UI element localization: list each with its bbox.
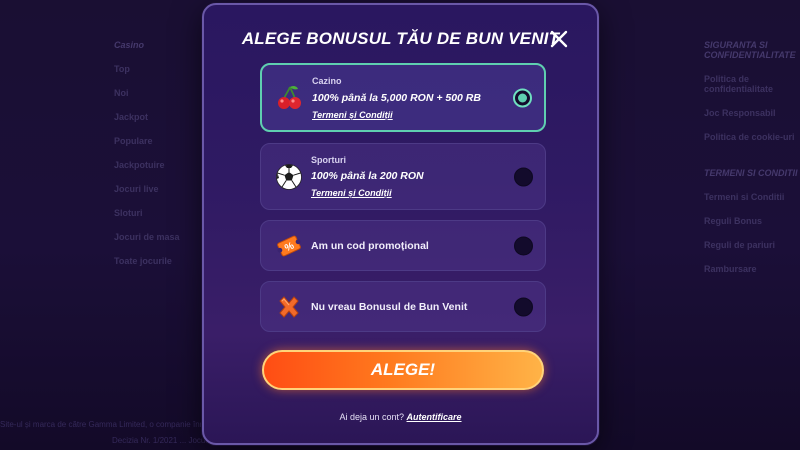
login-prompt-text: Ai deja un cont?: [339, 412, 404, 422]
option-label: Cazino: [312, 76, 342, 86]
welcome-bonus-modal: ALEGE BONUSUL TĂU DE BUN VENIT Cazino 10…: [202, 3, 599, 445]
option-text: Nu vreau Bonusul de Bun Venit: [311, 300, 468, 313]
close-button[interactable]: [549, 29, 569, 49]
footer-link: Politica de cookie-uri: [704, 132, 795, 142]
footer-link: Jackpot: [114, 112, 149, 122]
close-icon: [550, 30, 568, 48]
radio-selected[interactable]: [513, 88, 532, 107]
footer-link: Populare: [114, 136, 153, 146]
modal-title: ALEGE BONUSUL TĂU DE BUN VENIT: [241, 29, 560, 48]
radio-unselected[interactable]: [514, 236, 533, 255]
bonus-option-sports[interactable]: Sporturi 100% până la 200 RON Termeni și…: [260, 143, 546, 210]
footer-link: Politica de confidentialitate: [704, 74, 774, 94]
option-offer: 100% până la 200 RON: [311, 170, 424, 182]
radio-unselected[interactable]: [514, 297, 533, 316]
footer-link: Joc Responsabil: [704, 108, 776, 118]
footer-link: Toate jocurile: [114, 256, 172, 266]
radio-unselected[interactable]: [514, 167, 533, 186]
footer-link: Sloturi: [114, 208, 143, 218]
bonus-option-no-bonus[interactable]: Nu vreau Bonusul de Bun Venit: [260, 281, 546, 332]
choose-bonus-button[interactable]: ALEGE!: [262, 350, 544, 390]
cross-icon: [275, 293, 303, 321]
option-label: Sporturi: [311, 155, 346, 165]
footer-link: Reguli Bonus: [704, 216, 762, 226]
footer-link: Rambursare: [704, 264, 757, 274]
soccer-ball-icon: [275, 163, 303, 191]
login-prompt-row: Ai deja un cont? Autentificare: [204, 412, 597, 422]
bonus-option-casino[interactable]: Cazino 100% până la 5,000 RON + 500 RB T…: [260, 63, 546, 132]
footer-link: Jocuri de masa: [114, 232, 180, 242]
footer-link: Jackpotuire: [114, 160, 165, 170]
login-link[interactable]: Autentificare: [407, 412, 462, 422]
bonus-option-promo-code[interactable]: % Am un cod promoțional: [260, 220, 546, 271]
cherries-icon: [276, 84, 304, 112]
footer-column-safety: SIGURANTA SI CONFIDENTIALITATE Politica …: [704, 40, 800, 156]
promo-ticket-icon: %: [275, 232, 303, 260]
footer-column-heading: Casino: [114, 40, 145, 50]
option-offer: 100% până la 5,000 RON + 500 RB: [312, 92, 481, 104]
footer-column-terms: TERMENI SI CONDITII Termeni si Conditii …: [704, 168, 798, 288]
footer-column-heading: SIGURANTA SI CONFIDENTIALITATE: [704, 40, 796, 60]
option-text: Am un cod promoțional: [311, 239, 429, 252]
footer-link: Jocuri live: [114, 184, 159, 194]
footer-link: Top: [114, 64, 130, 74]
terms-link[interactable]: Termeni și Condiții: [311, 188, 392, 198]
footer-column-heading: TERMENI SI CONDITII: [704, 168, 798, 178]
footer-link: Noi: [114, 88, 129, 98]
footer-link: Termeni si Conditii: [704, 192, 785, 202]
footer-link: Reguli de pariuri: [704, 240, 776, 250]
terms-link[interactable]: Termeni și Condiții: [312, 110, 393, 120]
footer-column-casino: Casino Top Noi Jackpot Populare Jackpotu…: [114, 40, 180, 280]
